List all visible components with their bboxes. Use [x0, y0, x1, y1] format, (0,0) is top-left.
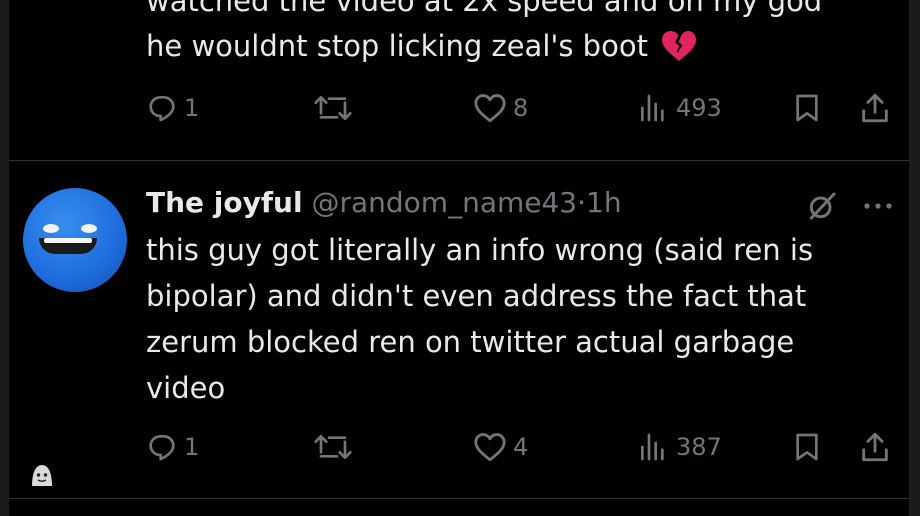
grok-icon[interactable] — [806, 190, 838, 222]
avatar[interactable] — [23, 188, 127, 292]
author-name[interactable]: The joyful — [146, 186, 303, 219]
post-time[interactable]: 1h — [586, 186, 622, 219]
tweet-text-line: watched the video at 2x speed and oh my … — [146, 0, 823, 18]
tweet-text-line: he wouldnt stop licking zeal's boot — [146, 23, 697, 75]
reply-count: 1 — [184, 433, 200, 461]
retweet-icon — [314, 96, 352, 120]
reply-icon — [149, 435, 175, 461]
views-icon — [641, 94, 664, 122]
views-button[interactable]: 387 — [636, 427, 722, 467]
tweet-divider — [9, 160, 909, 161]
view-count: 387 — [676, 433, 722, 461]
author-handle[interactable]: @random_name43 — [311, 186, 577, 219]
tweet-actions: 1 8 493 — [146, 88, 906, 128]
like-button[interactable]: 8 — [473, 88, 528, 128]
avatar-eye — [81, 224, 97, 233]
bookmark-icon — [796, 94, 818, 122]
share-icon — [862, 432, 888, 462]
separator-dot: · — [577, 186, 587, 219]
tweet-text: he wouldnt stop licking zeal's boot — [146, 29, 648, 63]
tweet-text-line: this guy got literally an info wrong (sa… — [146, 233, 814, 267]
share-button[interactable] — [858, 427, 892, 467]
tweet-text-line: video — [146, 371, 226, 405]
reply-icon — [149, 96, 175, 122]
tweet-text-line: bipolar) and didn't even address the fac… — [146, 279, 807, 313]
like-button[interactable]: 4 — [473, 427, 528, 467]
views-button[interactable]: 493 — [636, 88, 722, 128]
tweet-divider — [9, 498, 909, 499]
ghost-sticker-icon — [27, 460, 57, 490]
like-count: 4 — [513, 433, 529, 461]
retweet-button[interactable] — [311, 427, 355, 467]
heart-icon — [474, 433, 506, 462]
like-count: 8 — [513, 94, 529, 122]
share-button[interactable] — [858, 88, 892, 128]
more-icon[interactable] — [861, 194, 895, 218]
reply-count: 1 — [184, 94, 200, 122]
broken-heart-icon — [661, 29, 697, 75]
timeline: watched the video at 2x speed and oh my … — [9, 0, 909, 516]
avatar-mouth — [39, 238, 97, 254]
bookmark-button[interactable] — [791, 427, 823, 467]
tweet-header: The joyful @random_name43·1h — [146, 184, 622, 222]
reply-button[interactable]: 1 — [146, 427, 199, 467]
heart-icon — [474, 94, 506, 123]
bookmark-icon — [796, 433, 818, 461]
tweet-text-line: zerum blocked ren on twitter actual garb… — [146, 325, 795, 359]
avatar-eye — [43, 224, 59, 233]
reply-button[interactable]: 1 — [146, 88, 199, 128]
tweet-actions: 1 4 387 — [146, 427, 906, 467]
bookmark-button[interactable] — [791, 88, 823, 128]
retweet-button[interactable] — [311, 88, 355, 128]
views-icon — [641, 433, 664, 461]
share-icon — [862, 93, 888, 123]
view-count: 493 — [676, 94, 722, 122]
retweet-icon — [314, 435, 352, 459]
